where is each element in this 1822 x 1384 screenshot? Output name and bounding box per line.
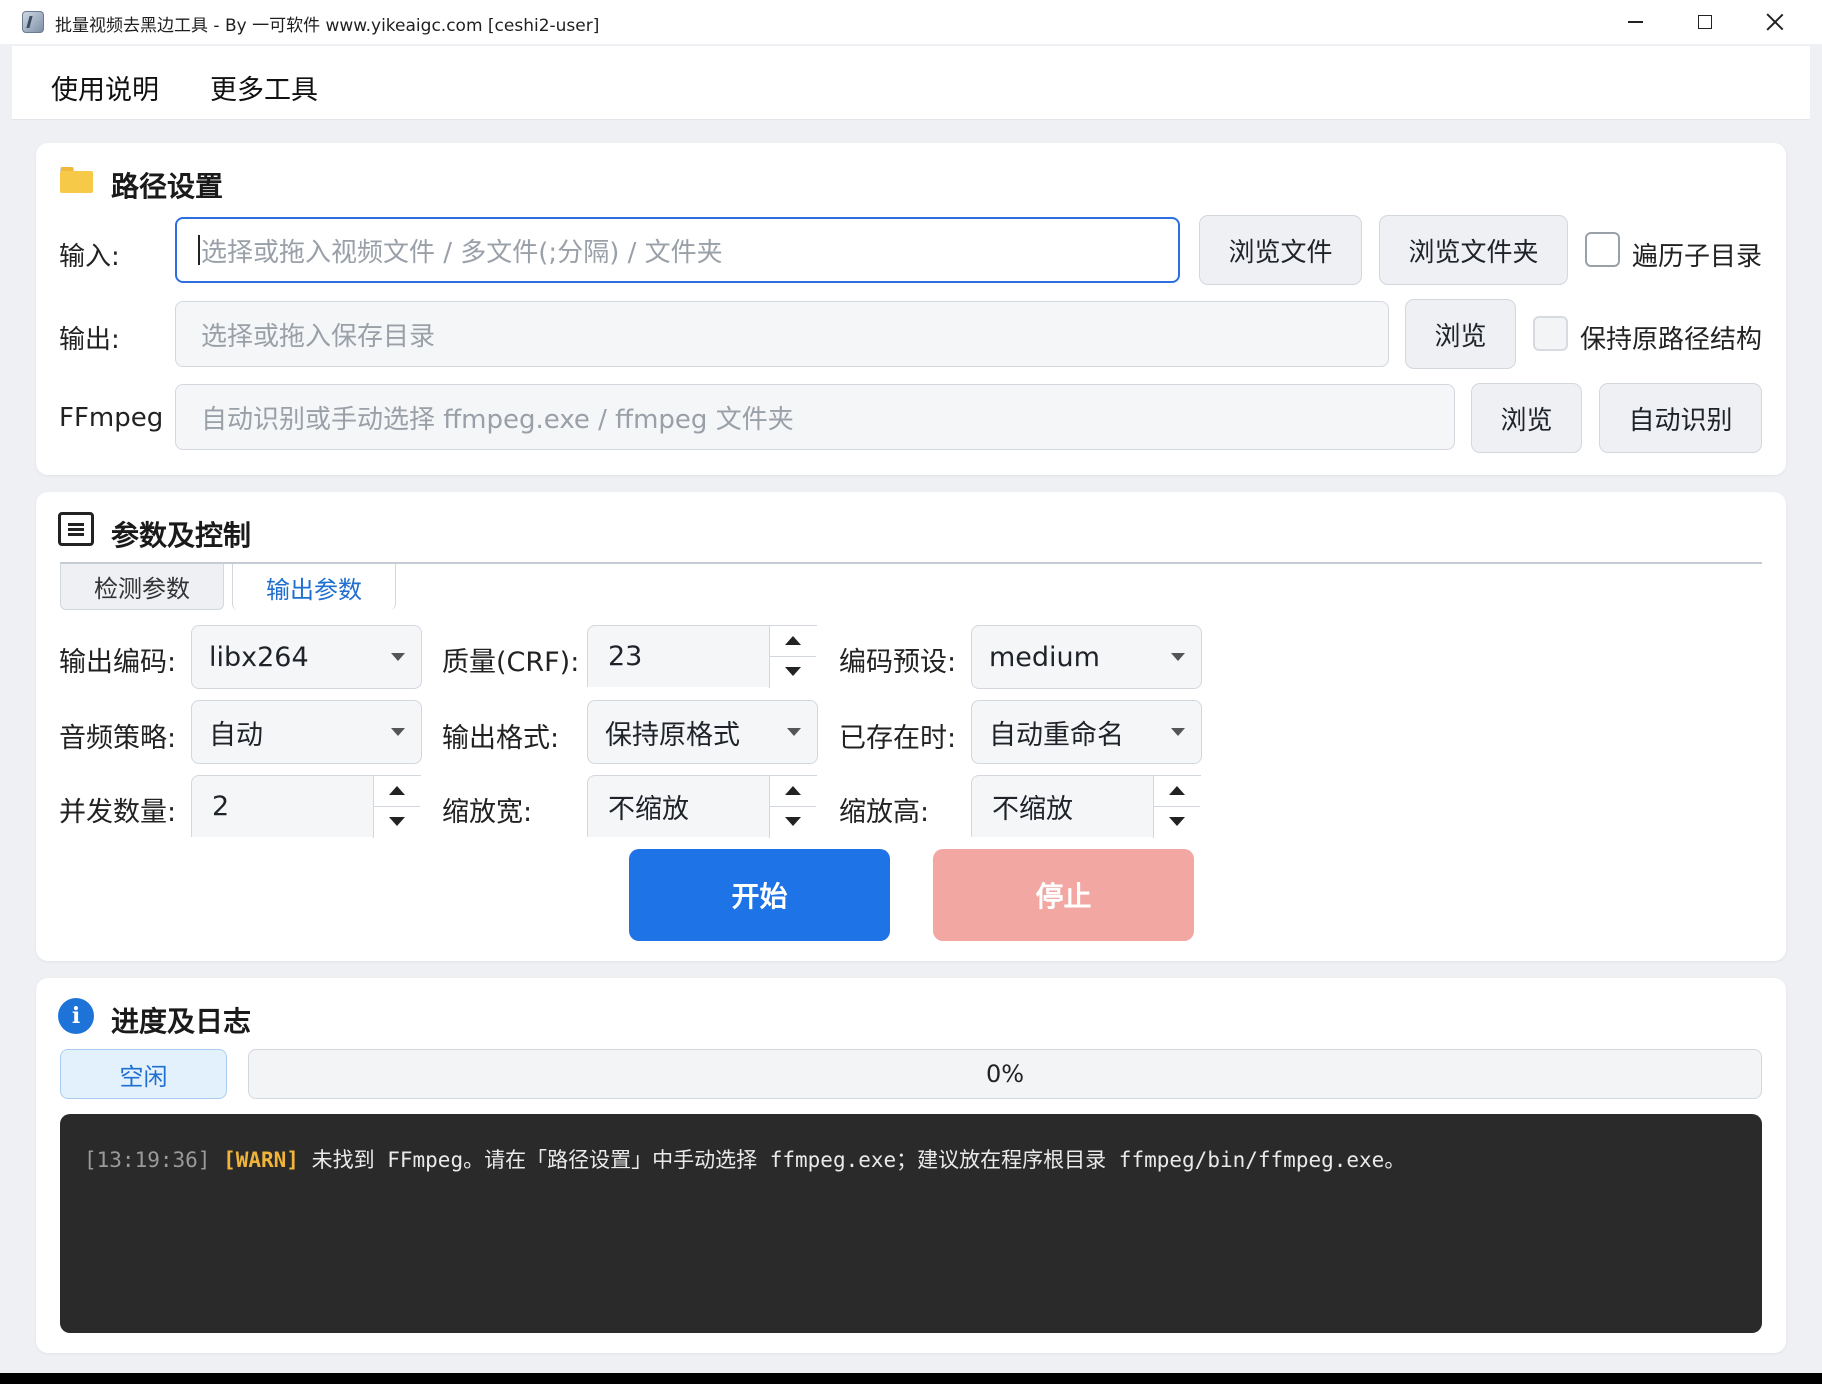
- scale-width-decrement-button[interactable]: [770, 807, 816, 838]
- close-button[interactable]: [1740, 0, 1810, 44]
- input-label: 输入:: [59, 242, 120, 272]
- browse-folder-button[interactable]: 浏览文件夹: [1379, 215, 1568, 285]
- exists-select[interactable]: 自动重命名: [971, 700, 1202, 764]
- scale-width-value: 不缩放: [608, 794, 689, 825]
- progress-bar: 0%: [248, 1049, 1762, 1099]
- path-settings-card: 路径设置 输入: 选择或拖入视频文件 / 多文件(;分隔) / 文件夹 浏览文件…: [36, 143, 1786, 475]
- output-label: 输出:: [59, 325, 120, 355]
- preset-select[interactable]: medium: [971, 625, 1202, 689]
- scale-width-increment-button[interactable]: [770, 776, 816, 807]
- minimize-icon: [1627, 21, 1643, 23]
- tab-detect-params[interactable]: 检测参数: [60, 564, 224, 610]
- concurrency-decrement-button[interactable]: [374, 807, 420, 838]
- crf-stepper-buttons: [769, 626, 817, 688]
- audio-label: 音频策略:: [59, 723, 177, 754]
- format-select[interactable]: 保持原格式: [587, 700, 818, 764]
- ffmpeg-path-placeholder: 自动识别或手动选择 ffmpeg.exe / ffmpeg 文件夹: [201, 404, 794, 435]
- chevron-down-icon: [1171, 728, 1185, 736]
- maximize-icon: [1698, 15, 1712, 29]
- audio-select[interactable]: 自动: [191, 700, 422, 764]
- minimize-button[interactable]: [1600, 0, 1670, 44]
- concurrency-increment-button[interactable]: [374, 776, 420, 807]
- app-window: 批量视频去黑边工具 - By 一可软件 www.yikeaigc.com [ce…: [0, 0, 1822, 1373]
- status-badge: 空闲: [60, 1049, 227, 1099]
- log-line: [13:19:36] [WARN] 未找到 FFmpeg。请在「路径设置」中手动…: [84, 1144, 1738, 1174]
- exists-value: 自动重命名: [989, 719, 1124, 751]
- recursive-checkbox[interactable]: [1585, 232, 1620, 267]
- format-value: 保持原格式: [605, 719, 740, 751]
- output-browse-button[interactable]: 浏览: [1405, 299, 1516, 369]
- codec-label: 输出编码:: [59, 647, 177, 678]
- log-message: 未找到 FFmpeg。请在「路径设置」中手动选择 ffmpeg.exe；建议放在…: [298, 1148, 1406, 1172]
- scale-height-stepper-buttons: [1153, 776, 1201, 838]
- window-title: 批量视频去黑边工具 - By 一可软件 www.yikeaigc.com [ce…: [55, 16, 600, 36]
- audio-value: 自动: [209, 719, 263, 751]
- log-level: [WARN]: [223, 1148, 299, 1172]
- scale-width-stepper[interactable]: 不缩放: [587, 775, 817, 838]
- start-button[interactable]: 开始: [629, 849, 890, 941]
- tab-output-params[interactable]: 输出参数: [232, 564, 396, 610]
- menu-help[interactable]: 使用说明: [51, 68, 159, 107]
- menu-more-tools[interactable]: 更多工具: [210, 68, 318, 107]
- browse-file-button[interactable]: 浏览文件: [1199, 215, 1362, 285]
- concurrency-stepper[interactable]: 2: [191, 775, 421, 838]
- folder-icon: [60, 167, 93, 193]
- scale-height-value: 不缩放: [992, 794, 1073, 825]
- stop-button[interactable]: 停止: [933, 849, 1194, 941]
- maximize-button[interactable]: [1670, 0, 1740, 44]
- scale-height-stepper[interactable]: 不缩放: [971, 775, 1201, 838]
- format-label: 输出格式:: [442, 723, 560, 754]
- scale-width-stepper-buttons: [769, 776, 817, 838]
- chevron-down-icon: [1171, 653, 1185, 661]
- preset-value: medium: [989, 641, 1100, 673]
- params-title: 参数及控制: [111, 519, 252, 552]
- log-timestamp: [13:19:36]: [84, 1148, 211, 1172]
- crf-increment-button[interactable]: [770, 626, 816, 657]
- chevron-down-icon: [391, 728, 405, 736]
- scale-height-label: 缩放高:: [839, 797, 930, 828]
- exists-label: 已存在时:: [839, 723, 957, 754]
- scale-height-decrement-button[interactable]: [1154, 807, 1200, 838]
- scale-height-increment-button[interactable]: [1154, 776, 1200, 807]
- ffmpeg-label: FFmpeg: [59, 403, 164, 433]
- preset-label: 编码预设:: [839, 647, 957, 678]
- recursive-label: 遍历子目录: [1632, 242, 1763, 272]
- scale-width-label: 缩放宽:: [442, 797, 533, 828]
- input-path-field[interactable]: 选择或拖入视频文件 / 多文件(;分隔) / 文件夹: [175, 217, 1180, 283]
- progress-text: 0%: [985, 1060, 1025, 1088]
- codec-select[interactable]: libx264: [191, 625, 422, 689]
- document-list-icon: [58, 512, 94, 546]
- close-icon: [1766, 13, 1784, 31]
- path-settings-title: 路径设置: [111, 170, 224, 203]
- params-card: 参数及控制 检测参数 输出参数 输出编码: libx264 质量(CRF): 2…: [36, 492, 1786, 961]
- log-console[interactable]: [13:19:36] [WARN] 未找到 FFmpeg。请在「路径设置」中手动…: [60, 1114, 1762, 1333]
- concurrency-stepper-buttons: [373, 776, 421, 838]
- ffmpeg-path-field[interactable]: 自动识别或手动选择 ffmpeg.exe / ffmpeg 文件夹: [175, 384, 1455, 450]
- chevron-down-icon: [787, 728, 801, 736]
- crf-label: 质量(CRF):: [442, 647, 580, 678]
- progress-log-card: i 进度及日志 空闲 0% [13:19:36] [WARN] 未找到 FFmp…: [36, 978, 1786, 1353]
- app-icon: [22, 11, 44, 33]
- title-bar: 批量视频去黑边工具 - By 一可软件 www.yikeaigc.com [ce…: [0, 0, 1822, 44]
- concurrency-label: 并发数量:: [59, 797, 177, 828]
- info-icon: i: [58, 998, 94, 1034]
- ffmpeg-browse-button[interactable]: 浏览: [1471, 383, 1582, 453]
- output-path-placeholder: 选择或拖入保存目录: [201, 321, 436, 352]
- menu-bar: 使用说明 更多工具: [12, 46, 1810, 120]
- crf-value: 23: [608, 641, 643, 672]
- keep-structure-label: 保持原路径结构: [1580, 325, 1763, 355]
- codec-value: libx264: [209, 641, 309, 673]
- keep-structure-checkbox[interactable]: [1533, 316, 1568, 351]
- crf-stepper[interactable]: 23: [587, 625, 817, 688]
- ffmpeg-auto-detect-button[interactable]: 自动识别: [1599, 383, 1762, 453]
- chevron-down-icon: [391, 653, 405, 661]
- concurrency-value: 2: [212, 791, 230, 822]
- crf-decrement-button[interactable]: [770, 657, 816, 688]
- input-path-placeholder: 选择或拖入视频文件 / 多文件(;分隔) / 文件夹: [201, 237, 723, 268]
- progress-title: 进度及日志: [111, 1005, 252, 1038]
- output-path-field[interactable]: 选择或拖入保存目录: [175, 301, 1389, 367]
